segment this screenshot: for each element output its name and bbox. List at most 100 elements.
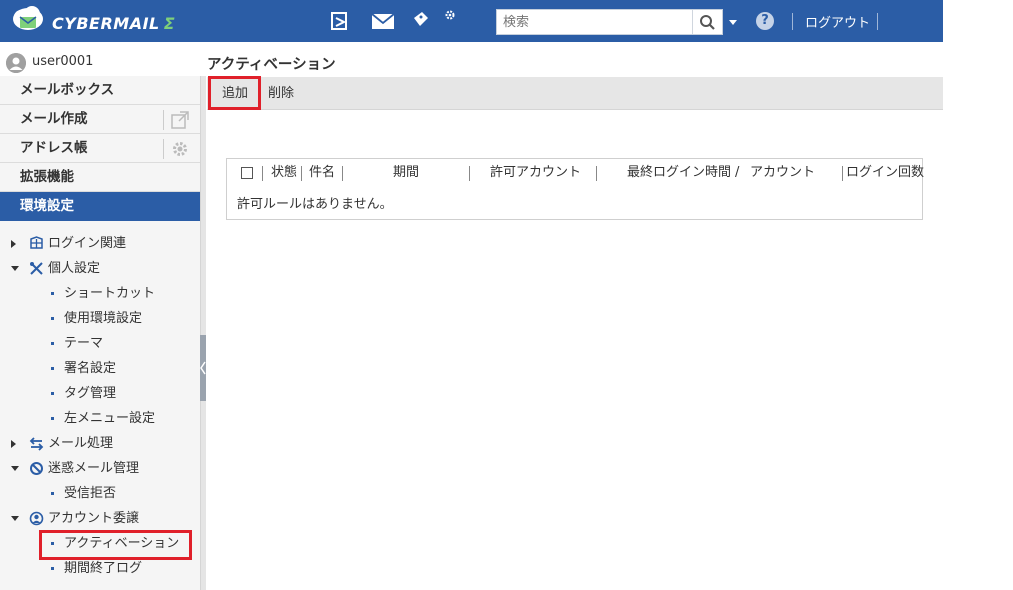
search-dropdown-icon[interactable]: [728, 18, 738, 26]
bullet: [51, 392, 54, 395]
nav-item-address-book[interactable]: アドレス帳: [0, 134, 200, 163]
bullet: [51, 342, 54, 345]
user-bar: user0001: [0, 50, 200, 74]
column-divider: [262, 166, 263, 181]
empty-message: 許可ルールはありません。: [237, 197, 393, 212]
nav-item-compose[interactable]: メール作成: [0, 105, 200, 134]
collapse-arrow-icon[interactable]: [11, 516, 19, 521]
tree-subitem-env[interactable]: 使用環境設定: [0, 306, 200, 331]
tree-item-personal[interactable]: 個人設定: [0, 256, 200, 281]
column-slash: /: [735, 165, 740, 180]
gear-icon[interactable]: [170, 139, 190, 159]
tree-item-label: 迷惑メール管理: [48, 461, 140, 476]
tree-item-label: メール処理: [48, 436, 114, 451]
column-allowed-account[interactable]: 許可アカウント: [490, 159, 581, 187]
tree-item-delegation[interactable]: アカウント委譲: [0, 506, 200, 531]
tree-subitem-reject[interactable]: 受信拒否: [0, 481, 200, 506]
bullet: [51, 292, 54, 295]
nav-item-preferences[interactable]: 環境設定: [0, 192, 200, 221]
logo-text: CYBERMAIL Σ: [52, 14, 176, 33]
external-window-icon[interactable]: [170, 110, 190, 130]
bullet: [51, 417, 54, 420]
divider: [877, 13, 878, 30]
bullet: [51, 492, 54, 495]
tree-subitem-label: 受信拒否: [64, 486, 117, 501]
mailbox-icon[interactable]: [328, 10, 352, 32]
nav-item-label: メール作成: [20, 111, 88, 127]
top-bar: CYBERMAIL Σ 検索 ? ログアウト: [0, 0, 943, 42]
page-title: アクティベーション: [207, 57, 336, 73]
nav-item-label: 拡張機能: [20, 169, 74, 185]
collapse-arrow-icon[interactable]: [11, 466, 19, 471]
tree-subitem-label: ショートカット: [64, 286, 156, 301]
swap-arrows-icon: [29, 437, 44, 451]
app-root: CYBERMAIL Σ 検索 ? ログアウト user0001 メールボックス …: [0, 0, 1013, 590]
tree-item-label: アカウント委譲: [48, 511, 140, 526]
avatar-icon[interactable]: [6, 53, 26, 73]
column-period[interactable]: 期間: [393, 159, 419, 187]
help-icon[interactable]: ?: [756, 12, 774, 30]
tree-subitem-label: 左メニュー設定: [64, 411, 156, 426]
tree-item-spam[interactable]: 迷惑メール管理: [0, 456, 200, 481]
search-icon: [700, 15, 715, 30]
nav-item-extensions[interactable]: 拡張機能: [0, 163, 200, 192]
tree-item-label: 個人設定: [48, 261, 101, 276]
nav-item-label: アドレス帳: [20, 140, 88, 156]
column-login-count[interactable]: ログイン回数: [846, 159, 924, 187]
table-header: 状態 件名 期間 許可アカウント 最終ログイン時間 / アカウント ログイン回数: [227, 159, 924, 187]
tree-subitem-shortcut[interactable]: ショートカット: [0, 281, 200, 306]
tree-item-label: ログイン関連: [48, 236, 127, 251]
tags-icon[interactable]: [412, 10, 436, 32]
expand-arrow-icon[interactable]: [11, 240, 16, 248]
column-account[interactable]: アカウント: [750, 159, 815, 187]
search-input[interactable]: [497, 10, 692, 34]
chevron-left-icon: [200, 361, 206, 375]
activation-table: 状態 件名 期間 許可アカウント 最終ログイン時間 / アカウント ログイン回数…: [226, 158, 924, 220]
tree-subitem-signature[interactable]: 署名設定: [0, 356, 200, 381]
user-circle-icon: [29, 511, 44, 526]
tree-subitem-leftmenu[interactable]: 左メニュー設定: [0, 406, 200, 431]
cloud-mail-logo-icon: [13, 6, 43, 30]
expand-arrow-icon[interactable]: [11, 440, 16, 448]
nav-item-label: 環境設定: [20, 198, 74, 214]
tree-subitem-theme[interactable]: テーマ: [0, 331, 200, 356]
column-status[interactable]: 状態: [271, 159, 297, 187]
tree-subitem-label: 使用環境設定: [64, 311, 143, 326]
tree-item-mail-processing[interactable]: メール処理: [0, 431, 200, 456]
highlight-add-button: [208, 76, 261, 110]
tree-subitem-label: タグ管理: [64, 386, 117, 401]
tools-icon: [30, 262, 43, 275]
nav-item-mailbox[interactable]: メールボックス: [0, 76, 200, 105]
select-all-checkbox[interactable]: [241, 167, 253, 179]
logo[interactable]: CYBERMAIL Σ: [10, 5, 175, 37]
logout-link[interactable]: ログアウト: [805, 12, 870, 31]
collapse-arrow-icon[interactable]: [11, 266, 19, 271]
divider: [163, 110, 164, 130]
highlight-activation: [39, 530, 192, 560]
delete-button[interactable]: 削除: [268, 77, 294, 110]
bullet: [51, 567, 54, 570]
toolbar: 追加 削除: [207, 77, 943, 110]
prohibited-icon: [30, 462, 43, 475]
tree-item-login[interactable]: ログイン関連: [0, 231, 200, 256]
divider: [792, 13, 793, 30]
column-divider: [842, 166, 843, 181]
column-last-login[interactable]: 最終ログイン時間: [627, 159, 731, 187]
envelope-icon[interactable]: [371, 10, 395, 32]
gear-icon[interactable]: [444, 9, 456, 21]
tree-subitem-tags[interactable]: タグ管理: [0, 381, 200, 406]
username: user0001: [32, 54, 94, 69]
search-button[interactable]: [692, 10, 722, 34]
bullet: [51, 367, 54, 370]
column-divider: [596, 166, 597, 181]
nav-item-label: メールボックス: [20, 82, 115, 98]
tree-subitem-label: 署名設定: [64, 361, 117, 376]
column-subject[interactable]: 件名: [309, 159, 335, 187]
login-shield-icon: [30, 236, 43, 249]
column-divider: [469, 166, 470, 181]
sidebar-splitter[interactable]: [200, 76, 206, 590]
tree-subitem-label: テーマ: [64, 336, 104, 351]
divider: [163, 139, 164, 159]
bullet: [51, 317, 54, 320]
sidebar-collapse-handle[interactable]: [200, 335, 206, 401]
